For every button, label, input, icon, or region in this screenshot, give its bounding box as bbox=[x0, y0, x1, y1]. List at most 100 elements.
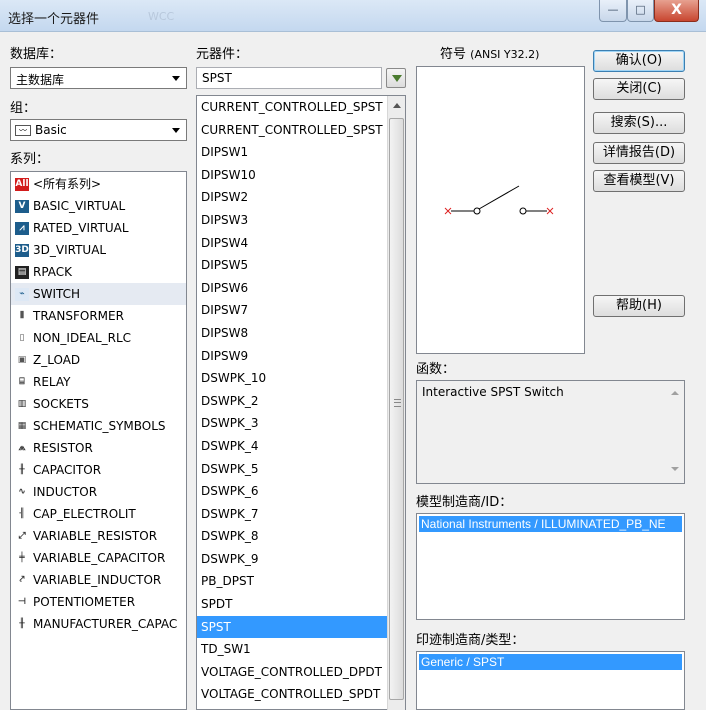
family-item-label: SOCKETS bbox=[33, 397, 89, 411]
family-item[interactable]: ⤢ VARIABLE_RESISTOR bbox=[11, 525, 186, 547]
component-item[interactable]: DIPSW10 bbox=[197, 164, 387, 187]
minimize-button[interactable]: — bbox=[599, 0, 627, 22]
component-search-input[interactable]: SPST bbox=[196, 67, 382, 89]
title-bar[interactable]: 选择一个元器件 WCC — □ X bbox=[0, 0, 706, 32]
component-item[interactable]: PB_DPST bbox=[197, 570, 387, 593]
family-item-label: CAP_ELECTROLIT bbox=[33, 507, 136, 521]
family-list[interactable]: All <所有系列> V BASIC_VIRTUAL ⩘ RATED_VIRTUAL 3D 3… bbox=[10, 171, 187, 710]
component-item[interactable]: VOLTAGE_CONTROLLED_SPDT bbox=[197, 683, 387, 706]
component-item[interactable]: DIPSW2 bbox=[197, 186, 387, 209]
component-list[interactable]: CURRENT_CONTROLLED_SPST CURRENT_CONTROLLE… bbox=[196, 95, 406, 710]
model-label: 模型制造商/ID： bbox=[416, 495, 513, 510]
component-item[interactable]: SPST bbox=[197, 615, 387, 639]
component-item[interactable]: DSWPK_9 bbox=[197, 548, 387, 571]
component-item[interactable]: DSWPK_3 bbox=[197, 412, 387, 435]
ok-button[interactable]: 确认(O) bbox=[593, 50, 685, 72]
scroll-down-icon[interactable] bbox=[671, 467, 679, 471]
family-item[interactable]: ▥ SOCKETS bbox=[11, 393, 186, 415]
family-item-label: RESISTOR bbox=[33, 441, 93, 455]
family-item[interactable]: ⌸ RELAY bbox=[11, 371, 186, 393]
component-item[interactable]: DIPSW9 bbox=[197, 345, 387, 368]
component-item[interactable]: VOLTAGE_CONTROLLED_DPDT bbox=[197, 661, 387, 684]
all-icon: All bbox=[15, 178, 29, 191]
component-item[interactable]: DIPSW3 bbox=[197, 209, 387, 232]
component-item[interactable]: DSWPK_4 bbox=[197, 435, 387, 458]
family-item-label: RPACK bbox=[33, 265, 73, 279]
view-model-button[interactable]: 查看模型(V) bbox=[593, 170, 685, 192]
model-list[interactable]: National Instruments / ILLUMINATED_PB_NE bbox=[416, 513, 685, 620]
family-item[interactable]: ▣ Z_LOAD bbox=[11, 349, 186, 371]
component-label: 元器件： bbox=[196, 47, 249, 62]
family-item[interactable]: ⫴ TRANSFORMER bbox=[11, 305, 186, 327]
family-item-label: SWITCH bbox=[33, 287, 81, 301]
help-button[interactable]: 帮助(H) bbox=[593, 295, 685, 317]
filter-button[interactable] bbox=[386, 68, 406, 88]
switch-icon: ⌁ bbox=[15, 288, 29, 301]
component-item[interactable]: DIPSW1 bbox=[197, 141, 387, 164]
component-item[interactable]: DSWPK_8 bbox=[197, 525, 387, 548]
component-item[interactable]: DIPSW6 bbox=[197, 277, 387, 300]
3d-virtual-icon: 3D bbox=[15, 244, 29, 257]
family-item-label: CAPACITOR bbox=[33, 463, 102, 477]
close-window-button[interactable]: X bbox=[654, 0, 699, 22]
family-item[interactable]: ⊣ POTENTIOMETER bbox=[11, 591, 186, 613]
variable-resistor-icon: ⤢ bbox=[15, 530, 29, 543]
footprint-item[interactable]: Generic / SPST bbox=[419, 654, 682, 670]
variable-inductor-icon: ⤤ bbox=[15, 574, 29, 587]
family-item[interactable]: ⩘ RATED_VIRTUAL bbox=[11, 217, 186, 239]
function-scrollbar[interactable] bbox=[667, 381, 684, 483]
resistor-icon: 〰 bbox=[15, 125, 31, 136]
component-item[interactable]: DIPSW7 bbox=[197, 299, 387, 322]
scrollbar-thumb[interactable] bbox=[389, 118, 404, 700]
database-value: 主数据库 bbox=[16, 73, 65, 87]
family-item[interactable]: ⌁ SWITCH bbox=[11, 283, 186, 305]
family-item-label: POTENTIOMETER bbox=[33, 595, 136, 609]
maximize-button[interactable]: □ bbox=[627, 0, 654, 22]
component-item[interactable]: DSWPK_2 bbox=[197, 390, 387, 413]
chevron-down-icon bbox=[172, 76, 180, 81]
component-scrollbar[interactable] bbox=[387, 96, 405, 710]
model-item[interactable]: National Instruments / ILLUMINATED_PB_NE bbox=[419, 516, 682, 532]
family-item[interactable]: All <所有系列> bbox=[11, 173, 186, 195]
component-item[interactable]: DIPSW4 bbox=[197, 232, 387, 255]
close-button[interactable]: 关闭(C) bbox=[593, 78, 685, 100]
component-item[interactable]: CURRENT_CONTROLLED_SPST bbox=[197, 119, 387, 142]
component-item[interactable]: DIPSW5 bbox=[197, 254, 387, 277]
family-item[interactable]: ╫ CAPACITOR bbox=[11, 459, 186, 481]
detail-report-button[interactable]: 详情报告(D) bbox=[593, 142, 685, 164]
family-item[interactable]: ▤ RPACK bbox=[11, 261, 186, 283]
family-item[interactable]: ⤤ VARIABLE_INDUCTOR bbox=[11, 569, 186, 591]
family-item[interactable]: ▯ NON_IDEAL_RLC bbox=[11, 327, 186, 349]
family-item[interactable]: ∿ INDUCTOR bbox=[11, 481, 186, 503]
filter-icon bbox=[392, 75, 402, 82]
rlc-icon: ▯ bbox=[15, 332, 29, 345]
family-item-label: TRANSFORMER bbox=[33, 309, 124, 323]
footprint-list[interactable]: Generic / SPST bbox=[416, 651, 685, 710]
component-item[interactable]: TD_SW1 bbox=[197, 638, 387, 661]
group-select[interactable]: 〰 Basic bbox=[10, 119, 187, 141]
database-label: 数据库： bbox=[10, 47, 63, 62]
component-item[interactable]: SPDT bbox=[197, 593, 387, 616]
family-item[interactable]: 3D 3D_VIRTUAL bbox=[11, 239, 186, 261]
group-value: Basic bbox=[35, 123, 67, 137]
family-item[interactable]: ╫ MANUFACTURER_CAPAC bbox=[11, 613, 186, 635]
scroll-up-icon[interactable] bbox=[393, 103, 401, 108]
component-item[interactable]: CURRENT_CONTROLLED_SPST bbox=[197, 96, 387, 119]
database-select[interactable]: 主数据库 bbox=[10, 67, 187, 89]
family-item[interactable]: ▦ SCHEMATIC_SYMBOLS bbox=[11, 415, 186, 437]
component-item[interactable]: DSWPK_7 bbox=[197, 503, 387, 526]
family-item[interactable]: ╪ VARIABLE_CAPACITOR bbox=[11, 547, 186, 569]
scroll-up-icon[interactable] bbox=[671, 391, 679, 395]
component-item[interactable]: DSWPK_5 bbox=[197, 458, 387, 481]
component-item[interactable]: DSWPK_6 bbox=[197, 480, 387, 503]
family-item[interactable]: ╢ CAP_ELECTROLIT bbox=[11, 503, 186, 525]
family-item[interactable]: ⩕ RESISTOR bbox=[11, 437, 186, 459]
component-item[interactable]: DSWPK_10 bbox=[197, 367, 387, 390]
rpack-icon: ▤ bbox=[15, 266, 29, 279]
search-button[interactable]: 搜索(S)... bbox=[593, 112, 685, 134]
family-item-label: VARIABLE_CAPACITOR bbox=[33, 551, 166, 565]
family-item[interactable]: V BASIC_VIRTUAL bbox=[11, 195, 186, 217]
schematic-icon: ▦ bbox=[15, 420, 29, 433]
component-item[interactable]: DIPSW8 bbox=[197, 322, 387, 345]
family-item-label: MANUFACTURER_CAPAC bbox=[33, 617, 178, 631]
